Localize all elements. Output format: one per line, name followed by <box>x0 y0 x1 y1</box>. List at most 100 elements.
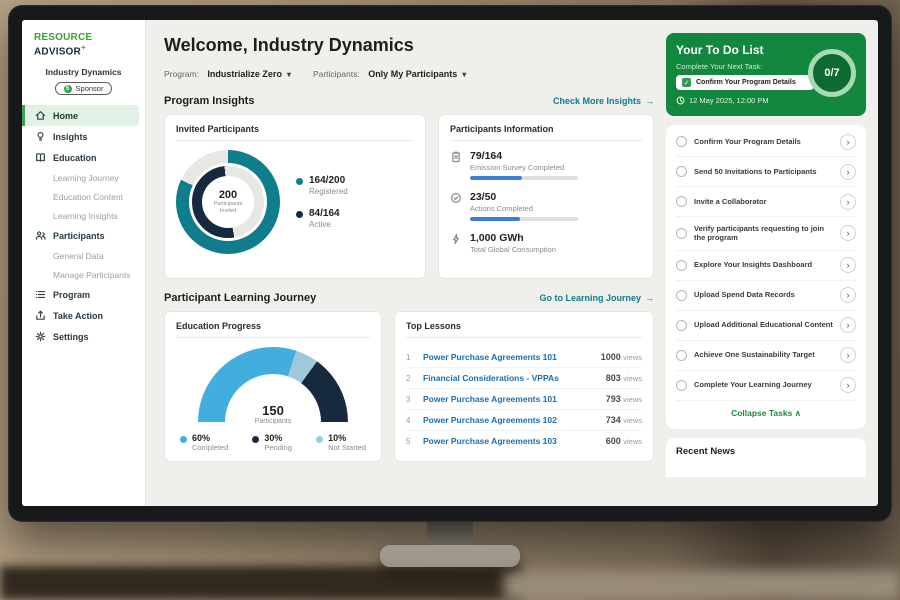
todo-panel: Your To Do List Complete Your Next Task:… <box>666 20 878 506</box>
top-lessons-card: Top Lessons 1 Power Purchase Agreements … <box>394 311 654 462</box>
participants-information-card: Participants Information 79/164 Emission… <box>438 114 654 279</box>
lesson-link[interactable]: Power Purchase Agreements 101 <box>423 394 598 404</box>
task-label: Verify participants requesting to join t… <box>694 224 833 244</box>
task-open-button[interactable]: › <box>840 164 856 180</box>
legend-value: 30% <box>264 433 292 443</box>
lesson-link[interactable]: Financial Considerations - VPPAs <box>423 373 598 383</box>
task-checkbox[interactable] <box>676 380 687 391</box>
progress-track <box>470 217 578 221</box>
task-row[interactable]: Send 50 Invitations to Participants › <box>676 157 856 187</box>
task-row[interactable]: Upload Additional Educational Content › <box>676 311 856 341</box>
education-progress-card: Education Progress 150 Participants 60% <box>164 311 382 462</box>
todo-progress-ring: 0/7 <box>808 49 856 97</box>
task-checkbox[interactable] <box>676 166 687 177</box>
chevron-down-icon: ▾ <box>462 70 466 79</box>
sidebar-item-learning-insights[interactable]: Learning Insights <box>22 206 145 225</box>
sidebar-item-program[interactable]: Program <box>22 284 145 305</box>
check-more-insights-link[interactable]: Check More Insights → <box>553 96 654 106</box>
legend-value: 60% <box>192 433 228 443</box>
go-to-learning-journey-link[interactable]: Go to Learning Journey → <box>539 293 654 303</box>
legend-registered: 164/200 Registered <box>296 175 348 196</box>
logo-plus: + <box>81 43 86 52</box>
task-open-button[interactable]: › <box>840 134 856 150</box>
lesson-link[interactable]: Power Purchase Agreements 102 <box>423 415 598 425</box>
donut-center-label: Participants Invited <box>208 201 248 214</box>
stat-value: 1,000 GWh <box>470 232 556 244</box>
recent-news-card: Recent News <box>666 438 866 477</box>
monitor-stand-base <box>380 545 520 567</box>
task-open-button[interactable]: › <box>840 225 856 241</box>
task-label: Invite a Collaborator <box>694 197 833 207</box>
task-checkbox[interactable] <box>676 136 687 147</box>
task-checkbox[interactable] <box>676 196 687 207</box>
sidebar-item-participants[interactable]: Participants <box>22 225 145 246</box>
main-content: Welcome, Industry Dynamics Program: Indu… <box>146 20 666 506</box>
education-gauge: 150 Participants <box>198 347 348 425</box>
views-suffix: views <box>623 395 642 404</box>
lesson-views: 1000 <box>601 352 621 362</box>
stat-actions-completed: 23/50 Actions Completed <box>450 191 642 221</box>
task-checkbox[interactable] <box>676 350 687 361</box>
task-open-button[interactable]: › <box>840 347 856 363</box>
legend-label: Not Started <box>328 443 366 452</box>
task-row[interactable]: Verify participants requesting to join t… <box>676 217 856 251</box>
task-open-button[interactable]: › <box>840 194 856 210</box>
lesson-row: 4 Power Purchase Agreements 102 734 view… <box>406 410 642 431</box>
task-row[interactable]: Complete Your Learning Journey › <box>676 371 856 401</box>
sidebar-item-general-data[interactable]: General Data <box>22 246 145 265</box>
next-task-pill[interactable]: ✓ Confirm Your Program Details <box>676 75 814 90</box>
lesson-link[interactable]: Power Purchase Agreements 103 <box>423 436 598 446</box>
card-title: Participants Information <box>450 124 642 141</box>
bulb-icon <box>35 131 46 142</box>
task-row[interactable]: Explore Your Insights Dashboard › <box>676 251 856 281</box>
progress-fill <box>470 217 520 221</box>
lesson-rank: 1 <box>406 353 415 362</box>
sidebar-item-learning-journey[interactable]: Learning Journey <box>22 168 145 187</box>
lesson-rank: 4 <box>406 416 415 425</box>
progress-track <box>470 176 578 180</box>
legend-value: 10% <box>328 433 366 443</box>
stat-label: Actions Completed <box>470 204 578 213</box>
collapse-tasks-link[interactable]: Collapse Tasks ∧ <box>676 401 856 427</box>
program-filter: Program: Industrialize Zero ▾ <box>164 64 291 82</box>
views-suffix: views <box>623 353 642 362</box>
action-icon <box>35 310 46 321</box>
task-row[interactable]: Achieve One Sustainability Target › <box>676 341 856 371</box>
clipboard-icon <box>450 151 462 163</box>
invited-participants-card: Invited Participants 200 Participants In… <box>164 114 426 279</box>
insights-cards-row: Invited Participants 200 Participants In… <box>164 114 654 279</box>
task-open-button[interactable]: › <box>840 257 856 273</box>
donut-center-value: 200 <box>219 189 237 201</box>
task-open-button[interactable]: › <box>840 287 856 303</box>
checkbox-icon[interactable]: ✓ <box>682 78 691 87</box>
sidebar-item-home[interactable]: Home <box>22 105 139 126</box>
home-icon <box>35 110 46 121</box>
task-row[interactable]: Invite a Collaborator › <box>676 187 856 217</box>
task-open-button[interactable]: › <box>840 317 856 333</box>
sidebar-item-insights[interactable]: Insights <box>22 126 145 147</box>
task-row[interactable]: Confirm Your Program Details › <box>676 127 856 157</box>
task-row[interactable]: Upload Spend Data Records › <box>676 281 856 311</box>
views-suffix: views <box>623 374 642 383</box>
sidebar-item-take-action[interactable]: Take Action <box>22 305 145 326</box>
lesson-link[interactable]: Power Purchase Agreements 101 <box>423 352 593 362</box>
invited-donut-center: 200 Participants Invited <box>202 176 254 228</box>
org-name: Industry Dynamics <box>22 67 145 77</box>
task-checkbox[interactable] <box>676 260 687 271</box>
legend-label: Pending <box>264 443 292 452</box>
program-select[interactable]: Industrialize Zero ▾ <box>207 69 291 79</box>
sidebar-item-education[interactable]: Education <box>22 147 145 168</box>
sidebar-item-education-content[interactable]: Education Content <box>22 187 145 206</box>
card-title: Education Progress <box>176 321 370 338</box>
task-checkbox[interactable] <box>676 320 687 331</box>
lesson-row: 5 Power Purchase Agreements 103 600 view… <box>406 431 642 451</box>
stat-global-consumption: 1,000 GWh Total Global Consumption <box>450 232 642 258</box>
sidebar-item-settings[interactable]: Settings <box>22 326 145 347</box>
participants-select[interactable]: Only My Participants ▾ <box>368 69 466 79</box>
sidebar-item-manage-participants[interactable]: Manage Participants <box>22 265 145 284</box>
task-checkbox[interactable] <box>676 290 687 301</box>
page-title: Welcome, Industry Dynamics <box>164 35 654 56</box>
task-checkbox[interactable] <box>676 228 687 239</box>
task-open-button[interactable]: › <box>840 377 856 393</box>
link-label: Go to Learning Journey <box>539 293 641 303</box>
